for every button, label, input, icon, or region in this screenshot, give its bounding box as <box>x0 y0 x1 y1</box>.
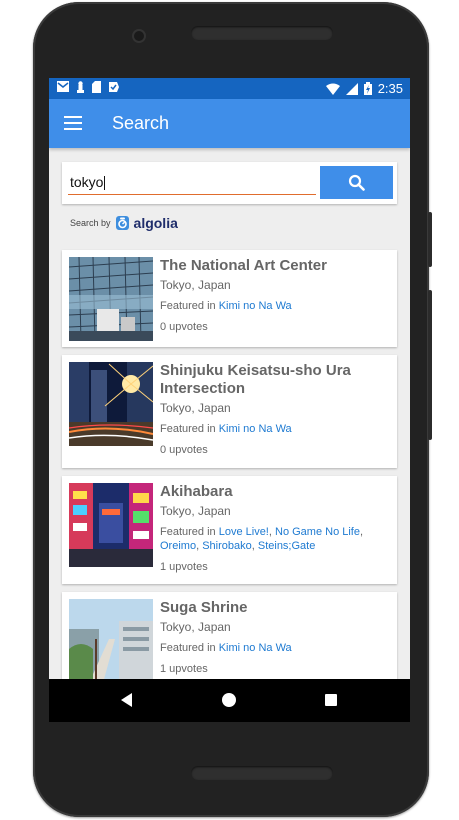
anime-link[interactable]: Kimi no Na Wa <box>219 423 292 435</box>
result-title: Suga Shrine <box>160 599 248 616</box>
anime-link[interactable]: Love Live! <box>219 526 269 538</box>
anime-link[interactable]: Kimi no Na Wa <box>219 300 292 312</box>
bottom-speaker <box>191 766 333 780</box>
result-title: Shinjuku Keisatsu-sho Ura Intersection <box>160 362 351 397</box>
result-location: Tokyo, Japan <box>160 504 231 518</box>
result-featured: Featured in Kimi no Na Wa <box>160 422 392 436</box>
result-thumbnail <box>69 362 153 446</box>
search-button[interactable] <box>320 166 393 199</box>
status-time: 2:35 <box>377 81 403 96</box>
search-icon <box>348 174 365 191</box>
top-speaker <box>191 26 333 40</box>
result-card[interactable]: Shinjuku Keisatsu-sho Ura Intersection T… <box>62 355 397 468</box>
navigation-bar <box>49 679 410 722</box>
result-featured: Featured in Kimi no Na Wa <box>160 641 392 655</box>
gmail-icon <box>57 81 69 92</box>
result-featured: Featured in Kimi no Na Wa <box>160 299 392 313</box>
search-input[interactable]: tokyo <box>68 170 316 195</box>
result-upvotes: 0 upvotes <box>160 321 208 333</box>
back-icon[interactable] <box>121 693 132 707</box>
search-by-algolia[interactable]: Search by algolia <box>70 215 178 231</box>
menu-icon[interactable] <box>64 116 82 130</box>
text-caret <box>104 176 106 191</box>
result-thumbnail <box>69 257 153 341</box>
app-bar: Search <box>49 99 410 148</box>
result-upvotes: 0 upvotes <box>160 444 208 456</box>
search-by-label: Search by <box>70 218 111 228</box>
search-bar: tokyo <box>62 162 397 204</box>
result-card[interactable]: Suga Shrine Tokyo, Japan Featured in Kim… <box>62 592 397 692</box>
check-notification-icon <box>109 82 119 92</box>
anime-link[interactable]: No Game No Life <box>275 526 360 538</box>
result-thumbnail <box>69 599 153 683</box>
featured-label: Featured in <box>160 423 216 435</box>
result-card[interactable]: The National Art Center Tokyo, Japan Fea… <box>62 250 397 347</box>
result-title: The National Art Center <box>160 257 327 274</box>
screen: 2:35 Search tokyo Search by algolia The … <box>49 78 410 722</box>
sd-card-icon <box>92 81 101 93</box>
recent-apps-icon[interactable] <box>325 694 337 706</box>
result-location: Tokyo, Japan <box>160 278 231 292</box>
anime-link[interactable]: Steins;Gate <box>258 540 315 552</box>
anime-link[interactable]: Oreimo <box>160 540 196 552</box>
front-camera <box>134 31 144 41</box>
result-title: Akihabara <box>160 483 233 500</box>
battery-icon <box>363 82 372 95</box>
chess-icon <box>77 81 84 93</box>
volume-button <box>428 212 432 267</box>
featured-label: Featured in <box>160 300 216 312</box>
featured-label: Featured in <box>160 526 216 538</box>
anime-link[interactable]: Kimi no Na Wa <box>219 642 292 654</box>
signal-icon <box>345 82 358 95</box>
result-upvotes: 1 upvotes <box>160 663 208 675</box>
power-button <box>428 290 432 440</box>
featured-label: Featured in <box>160 642 216 654</box>
result-featured: Featured in Love Live!, No Game No Life,… <box>160 526 364 552</box>
wifi-icon <box>325 83 340 95</box>
page-title: Search <box>112 113 170 133</box>
search-query: tokyo <box>70 174 104 190</box>
result-card[interactable]: Akihabara Tokyo, Japan Featured in Love … <box>62 476 397 584</box>
status-bar: 2:35 <box>49 78 410 99</box>
result-upvotes: 1 upvotes <box>160 561 208 573</box>
result-thumbnail <box>69 483 153 567</box>
algolia-brand: algolia <box>133 215 178 231</box>
result-location: Tokyo, Japan <box>160 620 231 634</box>
result-location: Tokyo, Japan <box>160 401 231 415</box>
home-icon[interactable] <box>222 693 236 707</box>
anime-link[interactable]: Shirobako <box>202 540 252 552</box>
algolia-logo-icon <box>115 216 129 230</box>
